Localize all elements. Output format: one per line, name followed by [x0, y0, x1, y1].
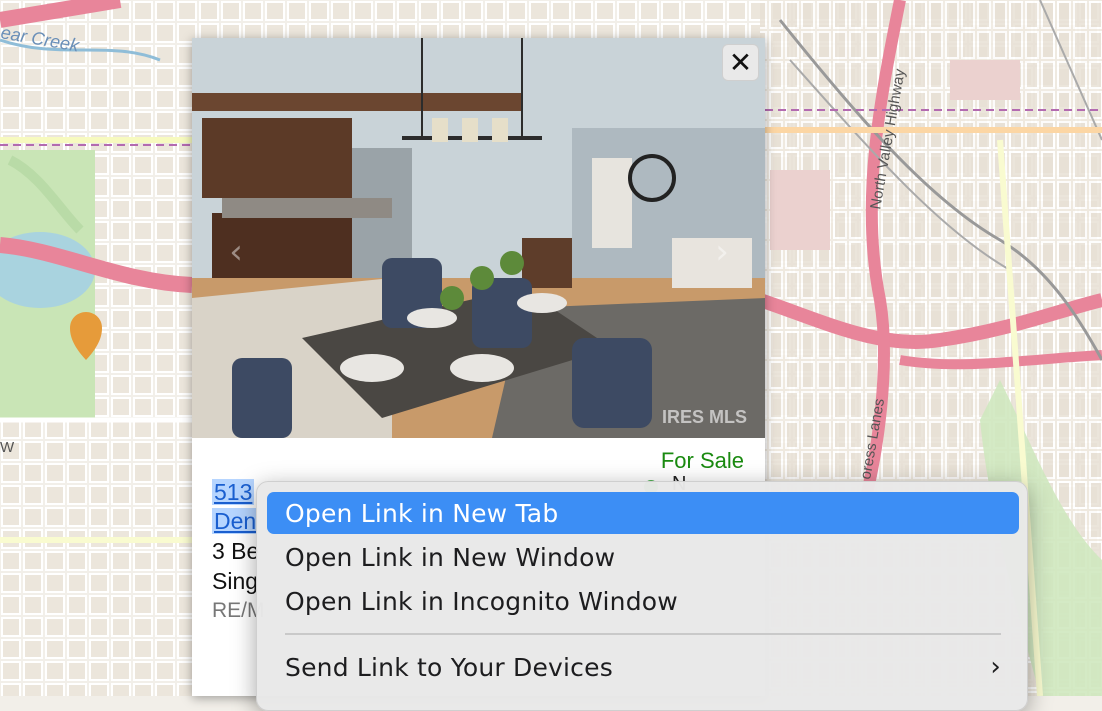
menu-item-label: Send Link to Your Devices	[285, 652, 613, 682]
previous-photo-icon[interactable]: ‹	[216, 232, 256, 272]
menu-item-label: Open Link in New Tab	[285, 498, 559, 528]
address-text-line1[interactable]: 513	[212, 479, 255, 505]
context-menu: Open Link in New Tab Open Link in New Wi…	[256, 481, 1028, 711]
listing-details-line2: Sing	[212, 568, 259, 594]
address-link-line1[interactable]: 513	[212, 478, 255, 507]
listing-status: For Sale	[660, 448, 744, 473]
listing-photo[interactable]: IRES MLS	[192, 38, 765, 438]
menu-item-label: Open Link in New Window	[285, 542, 616, 572]
map-label-edge: W	[0, 439, 15, 456]
menu-item-open-new-window[interactable]: Open Link in New Window	[267, 536, 1019, 578]
menu-item-open-new-tab[interactable]: Open Link in New Tab	[267, 492, 1019, 534]
chevron-right-icon: ›	[990, 652, 1001, 682]
listing-details-line1: 3 Be	[212, 538, 260, 564]
menu-item-label: Open Link in Incognito Window	[285, 586, 678, 616]
photo-watermark: IRES MLS	[662, 407, 747, 427]
menu-separator	[285, 633, 1001, 635]
close-button[interactable]: ✕	[722, 44, 759, 81]
menu-item-open-incognito[interactable]: Open Link in Incognito Window	[267, 580, 1019, 622]
next-photo-icon[interactable]: ›	[702, 232, 742, 272]
menu-item-send-to-devices[interactable]: Send Link to Your Devices ›	[267, 646, 1019, 688]
address-text-line2[interactable]: Den	[212, 508, 259, 534]
address-link-line2[interactable]: Den	[212, 507, 259, 536]
